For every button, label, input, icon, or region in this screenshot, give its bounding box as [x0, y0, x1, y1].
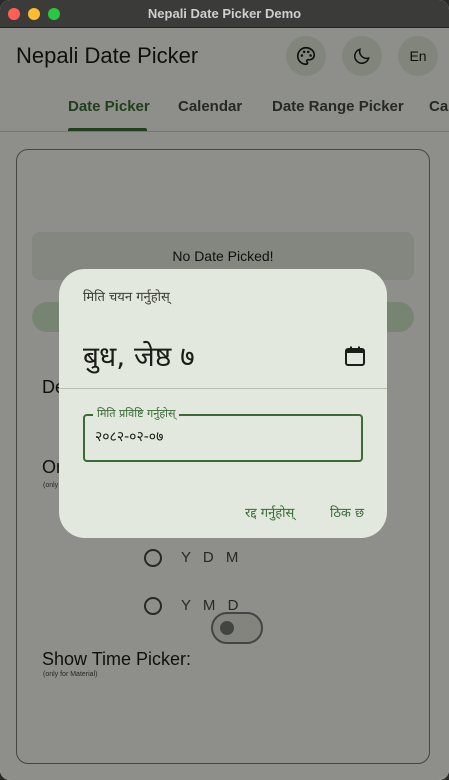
selected-date: बुध, जेष्ठ ७ — [83, 340, 195, 373]
dialog-divider — [59, 388, 387, 389]
date-input[interactable] — [95, 428, 355, 444]
date-input-label: मिति प्रविष्टि गर्नुहोस् — [93, 406, 180, 421]
calendar-icon[interactable] — [343, 344, 367, 368]
dialog-header: मिति चयन गर्नुहोस् — [83, 290, 170, 305]
app-window: Nepali Date Picker Demo Nepali Date Pick… — [0, 0, 449, 780]
date-input-field[interactable]: मिति प्रविष्टि गर्नुहोस् — [83, 406, 363, 462]
date-picker-dialog: मिति चयन गर्नुहोस् बुध, जेष्ठ ७ मिति प्र… — [59, 269, 387, 538]
ok-button[interactable]: ठिक छ — [330, 503, 364, 521]
title-bar: Nepali Date Picker Demo — [0, 0, 449, 28]
window-title: Nepali Date Picker Demo — [147, 6, 302, 21]
cancel-button[interactable]: रद्द गर्नुहोस् — [245, 503, 294, 521]
